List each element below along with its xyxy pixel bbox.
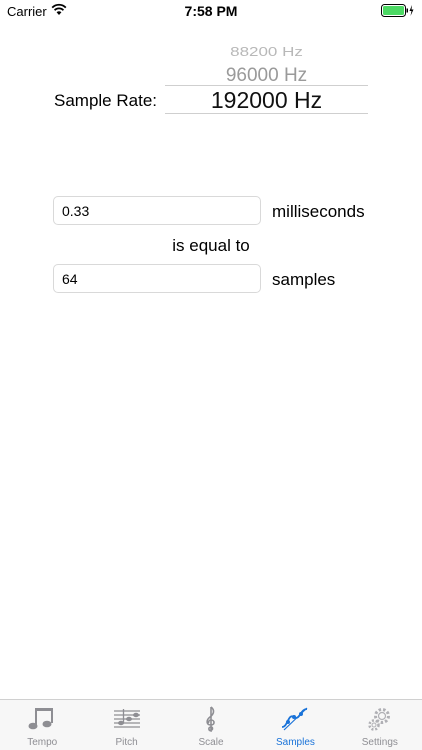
samples-unit-label: samples <box>272 270 336 289</box>
sample-rate-label: Sample Rate: <box>54 91 157 110</box>
waveform-icon <box>282 707 308 731</box>
clock: 7:58 PM <box>184 3 238 19</box>
tab-bar: Tempo Pitch Scale Samples Settings <box>0 699 422 750</box>
tab-samples[interactable]: Samples <box>253 700 337 750</box>
picker-selected-option[interactable]: 192000 Hz <box>165 87 368 114</box>
staff-icon <box>113 709 140 728</box>
treble-clef-icon <box>206 706 215 732</box>
tab-label: Scale <box>198 737 224 748</box>
picker-divider <box>165 85 368 86</box>
tab-scale[interactable]: Scale <box>169 700 253 750</box>
milliseconds-input[interactable] <box>53 196 261 225</box>
gears-icon <box>368 708 390 731</box>
tab-tempo[interactable]: Tempo <box>0 700 84 750</box>
picker-divider <box>165 113 368 114</box>
music-notes-icon <box>28 708 54 730</box>
status-bar: Carrier 7:58 PM <box>0 0 422 22</box>
tab-label: Settings <box>361 737 398 748</box>
tab-settings[interactable]: Settings <box>338 700 422 750</box>
battery-icon <box>381 4 415 22</box>
samples-input[interactable] <box>53 264 261 293</box>
milliseconds-unit-label: milliseconds <box>272 202 365 221</box>
tab-label: Tempo <box>27 737 58 748</box>
equal-label: is equal to <box>172 236 250 255</box>
tab-label: Pitch <box>115 737 138 748</box>
sample-rate-picker[interactable]: 88200 Hz 96000 Hz 192000 Hz <box>165 40 368 118</box>
tab-pitch[interactable]: Pitch <box>84 700 168 750</box>
picker-option[interactable]: 88200 Hz <box>165 45 368 60</box>
tab-label: Samples <box>275 737 315 748</box>
picker-option[interactable]: 96000 Hz <box>165 65 368 87</box>
